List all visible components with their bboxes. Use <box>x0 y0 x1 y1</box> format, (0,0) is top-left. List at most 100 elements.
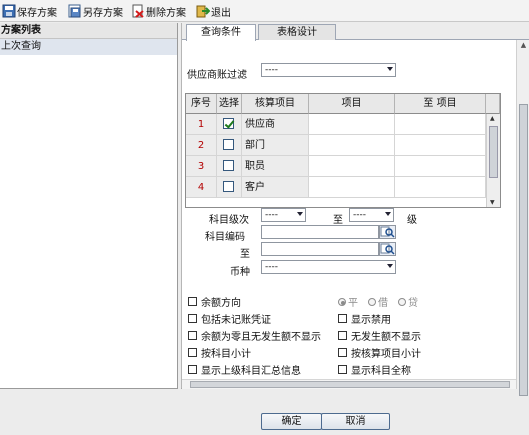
radio-button[interactable] <box>398 297 406 306</box>
account-level-to-select[interactable]: ---- <box>349 208 394 222</box>
scroll-up-icon[interactable]: ▲ <box>519 41 528 50</box>
grid-row-number: 3 <box>186 156 217 177</box>
save-as-scheme-button[interactable]: 另存方案 <box>68 3 123 19</box>
delete-scheme-button[interactable]: 删除方案 <box>131 3 186 19</box>
account-level-to-value: ---- <box>353 210 366 220</box>
save-icon <box>2 4 16 18</box>
grid-from-cell[interactable] <box>309 156 395 177</box>
panel-vertical-scrollbar[interactable]: ▲ <box>516 40 529 396</box>
radio-button[interactable] <box>338 297 346 306</box>
chevron-down-icon <box>387 67 393 71</box>
tab-query-conditions[interactable]: 查询条件 <box>186 24 256 41</box>
grid-header-no: 序号 <box>186 94 217 114</box>
direction-credit-radio[interactable]: 贷 <box>398 294 418 309</box>
account-code-from-input[interactable] <box>261 225 379 239</box>
exit-icon <box>196 4 211 18</box>
grid-from-cell[interactable] <box>309 114 395 135</box>
row-checkbox[interactable] <box>223 139 234 150</box>
grid-item-name: 职员 <box>242 156 309 177</box>
grid-select-cell[interactable] <box>217 177 242 198</box>
checkbox[interactable] <box>338 331 347 340</box>
show-disabled-label: 显示禁用 <box>351 315 391 326</box>
save-as-scheme-label: 另存方案 <box>83 7 123 19</box>
grid-row-number: 4 <box>186 177 217 198</box>
currency-value: ---- <box>265 262 278 272</box>
direction-debit-label: 借 <box>378 298 388 309</box>
scroll-down-icon[interactable]: ▼ <box>490 199 495 206</box>
scheme-list-item[interactable]: 上次查询 <box>0 39 177 55</box>
query-panel: 查询条件 表格设计 供应商账过滤 ---- 序号 选择 核算项目 项目 至 项目… <box>181 23 529 396</box>
grid-select-cell[interactable] <box>217 114 242 135</box>
account-code-to-label: 至 <box>240 249 250 260</box>
chevron-down-icon <box>385 212 391 216</box>
row-checkbox[interactable] <box>223 181 234 192</box>
balance-direction-option[interactable]: 余额方向 <box>188 294 241 309</box>
scheme-list-title: 方案列表 <box>0 23 177 39</box>
currency-select[interactable]: ---- <box>261 260 396 274</box>
tab-table-design[interactable]: 表格设计 <box>258 24 336 40</box>
show-parent-summary-option[interactable]: 显示上级科目汇总信息 <box>188 362 301 377</box>
show-disabled-option[interactable]: 显示禁用 <box>338 311 391 326</box>
save-scheme-label: 保存方案 <box>17 7 57 19</box>
hide-no-activity-option[interactable]: 无发生额不显示 <box>338 328 421 343</box>
row-checkbox[interactable] <box>223 160 234 171</box>
chevron-down-icon <box>387 264 393 268</box>
checkbox[interactable] <box>188 331 197 340</box>
grid-to-cell[interactable] <box>395 156 486 177</box>
row-checkbox[interactable] <box>223 118 234 129</box>
account-level-label: 科目级次 <box>209 215 249 226</box>
show-full-name-label: 显示科目全称 <box>351 366 411 377</box>
grid-header-corner <box>486 94 500 114</box>
checkbox[interactable] <box>188 314 197 323</box>
hide-zero-balance-label: 余额为零且无发生额不显示 <box>201 332 321 343</box>
grid-scroll-thumb[interactable] <box>489 126 498 178</box>
panel-horizontal-scrollbar[interactable] <box>182 379 516 389</box>
account-level-from-value: ---- <box>265 210 278 220</box>
checkbox[interactable] <box>338 365 347 374</box>
grid-from-cell[interactable] <box>309 135 395 156</box>
account-code-to-input[interactable] <box>261 242 379 256</box>
hide-no-activity-label: 无发生额不显示 <box>351 332 421 343</box>
supplier-filter-select[interactable]: ---- <box>261 63 396 77</box>
account-code-to-lookup[interactable] <box>379 242 396 256</box>
grid-to-cell[interactable] <box>395 177 486 198</box>
grid-from-cell[interactable] <box>309 177 395 198</box>
direction-debit-radio[interactable]: 借 <box>368 294 388 309</box>
supplier-filter-label: 供应商账过滤 <box>187 70 247 81</box>
checkbox[interactable] <box>188 348 197 357</box>
subtotal-by-item-option[interactable]: 按核算项目小计 <box>338 345 421 360</box>
search-icon <box>380 243 395 255</box>
subtotal-by-account-label: 按科目小计 <box>201 349 251 360</box>
grid-select-cell[interactable] <box>217 156 242 177</box>
grid-item-name: 部门 <box>242 135 309 156</box>
grid-select-cell[interactable] <box>217 135 242 156</box>
include-unposted-option[interactable]: 包括未记账凭证 <box>188 311 271 326</box>
panel-scroll-thumb[interactable] <box>519 104 528 396</box>
direction-flat-radio[interactable]: 平 <box>338 294 358 309</box>
account-level-from-select[interactable]: ---- <box>261 208 306 222</box>
show-parent-summary-label: 显示上级科目汇总信息 <box>201 366 301 377</box>
radio-button[interactable] <box>368 297 376 306</box>
save-scheme-button[interactable]: 保存方案 <box>2 3 57 19</box>
exit-button[interactable]: 退出 <box>196 3 231 19</box>
checkbox[interactable] <box>188 297 197 306</box>
scroll-up-icon[interactable]: ▲ <box>490 115 495 122</box>
cancel-button[interactable]: 取消 <box>321 413 390 430</box>
grid-to-cell[interactable] <box>395 135 486 156</box>
grid-header-item: 核算项目 <box>242 94 309 114</box>
account-code-from-lookup[interactable] <box>379 225 396 239</box>
search-icon <box>380 226 395 238</box>
checkbox[interactable] <box>188 365 197 374</box>
show-full-name-option[interactable]: 显示科目全称 <box>338 362 411 377</box>
delete-icon <box>131 4 145 18</box>
grid-scrollbar[interactable]: ▲ ▼ <box>486 114 500 207</box>
checkbox[interactable] <box>338 348 347 357</box>
exit-label: 退出 <box>211 7 231 19</box>
checkbox[interactable] <box>338 314 347 323</box>
grid-to-cell[interactable] <box>395 114 486 135</box>
grid-row-number: 2 <box>186 135 217 156</box>
subtotal-by-account-option[interactable]: 按科目小计 <box>188 345 251 360</box>
panel-hscroll-thumb[interactable] <box>190 381 510 388</box>
ok-button[interactable]: 确定 <box>261 413 322 430</box>
hide-zero-balance-option[interactable]: 余额为零且无发生额不显示 <box>188 328 321 343</box>
